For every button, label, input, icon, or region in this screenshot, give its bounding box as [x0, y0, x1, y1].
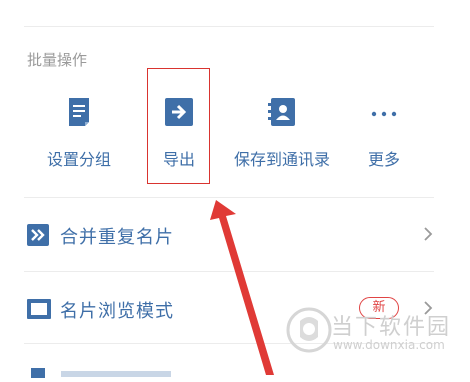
watermark-brand: 当下软件园: [331, 315, 452, 340]
watermark-url: www.downxia.com: [333, 338, 445, 352]
watermark-logo: [286, 307, 332, 353]
